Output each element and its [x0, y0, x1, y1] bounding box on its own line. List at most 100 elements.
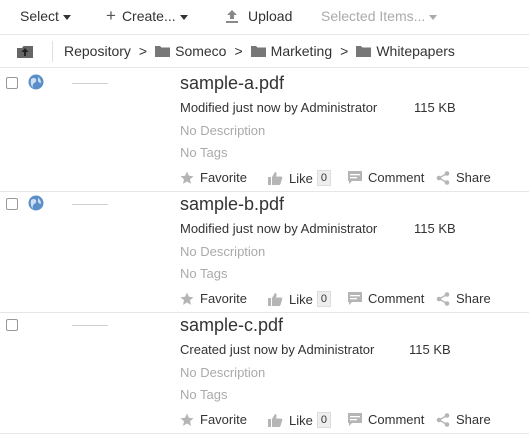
modified-info: Modified just now by Administrator — [180, 221, 378, 236]
folder-up-icon[interactable] — [16, 43, 34, 59]
share-icon — [436, 291, 450, 306]
document-title[interactable]: sample-a.pdf — [180, 73, 284, 94]
share-icon — [436, 412, 450, 427]
thumbs-up-icon — [268, 293, 283, 306]
select-menu[interactable]: Select — [20, 8, 71, 24]
list-item: sample-a.pdf Modified just now by Admini… — [0, 71, 529, 192]
like-button[interactable]: Like 0 — [268, 170, 331, 186]
tags: No Tags — [180, 145, 228, 160]
plus-icon: + — [106, 6, 116, 25]
modified-info: Modified just now by Administrator — [180, 100, 378, 115]
like-button[interactable]: Like 0 — [268, 291, 331, 307]
thumbnail[interactable] — [72, 83, 108, 84]
thumbnail[interactable] — [72, 325, 108, 326]
tags: No Tags — [180, 266, 228, 281]
like-label: Like — [289, 170, 313, 186]
breadcrumb-separator: > — [234, 43, 243, 59]
tags: No Tags — [180, 387, 228, 402]
upload-button[interactable]: Upload — [224, 8, 292, 24]
chevron-down-icon — [179, 14, 188, 20]
thumbs-up-icon — [268, 172, 283, 185]
selected-items-menu[interactable]: Selected Items... — [321, 8, 438, 24]
comment-label: Comment — [368, 291, 425, 306]
breadcrumb-separator: > — [138, 43, 148, 59]
comment-button[interactable]: Comment — [348, 412, 424, 427]
file-size: 115 KB — [414, 100, 456, 115]
file-size: 115 KB — [414, 221, 456, 236]
share-button[interactable]: Share — [436, 170, 491, 185]
list-item: sample-b.pdf Modified just now by Admini… — [0, 192, 529, 313]
select-checkbox[interactable] — [6, 319, 18, 331]
comment-icon — [348, 292, 362, 305]
file-size: 115 KB — [409, 342, 451, 357]
favorite-button[interactable]: Favorite — [180, 170, 247, 185]
thumbnail[interactable] — [72, 204, 108, 205]
comment-icon — [348, 413, 362, 426]
modified-info: Created just now by Administrator — [180, 342, 375, 357]
breadcrumb: Repository > Someco > Marketing > Whitep… — [64, 43, 455, 59]
share-label: Share — [456, 291, 491, 306]
document-title[interactable]: sample-c.pdf — [180, 315, 283, 336]
share-label: Share — [456, 412, 491, 427]
chevron-down-icon — [62, 14, 71, 20]
like-count: 0 — [316, 291, 331, 307]
like-count: 0 — [316, 170, 331, 186]
actions-bar: Favorite Like 0 Comment Share — [180, 170, 529, 188]
create-label: Create... — [121, 8, 176, 24]
create-menu[interactable]: + Create... — [106, 6, 188, 25]
like-button[interactable]: Like 0 — [268, 412, 331, 428]
upload-icon — [226, 10, 238, 23]
share-icon — [436, 170, 450, 185]
like-label: Like — [289, 291, 313, 307]
selected-items-label: Selected Items... — [321, 8, 426, 24]
select-checkbox[interactable] — [6, 77, 18, 89]
document-title[interactable]: sample-b.pdf — [180, 194, 284, 215]
favorite-label: Favorite — [200, 170, 247, 185]
folder-icon — [250, 46, 266, 57]
select-label: Select — [20, 8, 59, 24]
select-checkbox[interactable] — [6, 198, 18, 210]
breadcrumb-item-marketing[interactable]: Marketing — [250, 43, 333, 59]
breadcrumb-item-repository[interactable]: Repository — [64, 43, 131, 59]
divider — [52, 41, 53, 62]
comment-button[interactable]: Comment — [348, 291, 424, 306]
breadcrumb-item-someco[interactable]: Someco — [155, 43, 226, 59]
share-button[interactable]: Share — [436, 412, 491, 427]
globe-icon — [28, 74, 44, 90]
list-item: sample-c.pdf Created just now by Adminis… — [0, 313, 529, 434]
comment-label: Comment — [368, 170, 425, 185]
favorite-button[interactable]: Favorite — [180, 412, 247, 427]
folder-icon — [155, 46, 171, 57]
favorite-label: Favorite — [200, 412, 247, 427]
favorite-button[interactable]: Favorite — [180, 291, 247, 306]
favorite-label: Favorite — [200, 291, 247, 306]
folder-icon — [356, 46, 372, 57]
like-label: Like — [289, 412, 313, 428]
description: No Description — [180, 123, 266, 138]
star-icon — [180, 171, 194, 184]
share-label: Share — [456, 170, 491, 185]
share-button[interactable]: Share — [436, 291, 491, 306]
like-count: 0 — [316, 412, 331, 428]
globe-icon — [28, 195, 44, 211]
comment-button[interactable]: Comment — [348, 170, 424, 185]
actions-bar: Favorite Like 0 Comment Share — [180, 291, 529, 309]
breadcrumb-separator: > — [340, 43, 349, 59]
breadcrumb-bar: Repository > Someco > Marketing > Whitep… — [0, 34, 529, 68]
breadcrumb-label: Whitepapers — [376, 43, 455, 59]
thumbs-up-icon — [268, 414, 283, 427]
toolbar: Select + Create... Upload Selected Items… — [0, 0, 529, 34]
chevron-down-icon — [429, 14, 438, 20]
comment-icon — [348, 171, 362, 184]
breadcrumb-item-whitepapers[interactable]: Whitepapers — [356, 43, 455, 59]
comment-label: Comment — [368, 412, 425, 427]
star-icon — [180, 292, 194, 305]
breadcrumb-label: Repository — [64, 43, 131, 59]
upload-label: Upload — [248, 8, 293, 24]
description: No Description — [180, 244, 266, 259]
breadcrumb-label: Someco — [175, 43, 227, 59]
description: No Description — [180, 365, 266, 380]
breadcrumb-label: Marketing — [270, 43, 333, 59]
actions-bar: Favorite Like 0 Comment Share — [180, 412, 529, 430]
star-icon — [180, 413, 194, 426]
